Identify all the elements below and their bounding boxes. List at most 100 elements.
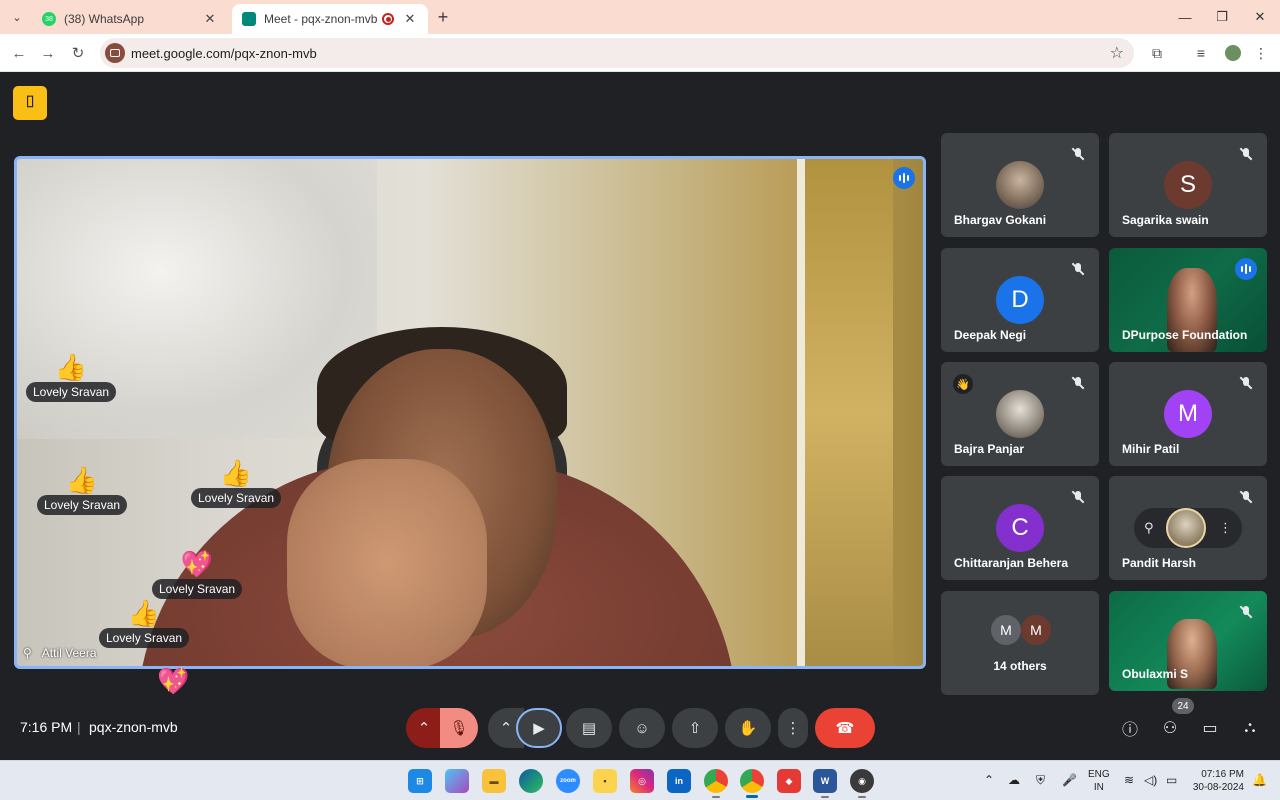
profile-avatar-icon[interactable] (1222, 42, 1244, 64)
audio-options-chevron-icon[interactable]: ⌃ (406, 708, 442, 748)
speaker-figure (287, 459, 487, 666)
zoom-icon[interactable]: zoom (556, 769, 580, 793)
chrome-icon[interactable] (704, 769, 728, 798)
participant-tile[interactable]: Bhargav Gokani (941, 133, 1099, 237)
pin-icon[interactable]: ⚲ (1144, 520, 1154, 536)
volume-icon[interactable]: ◁) (1144, 773, 1157, 787)
meet-companion-logo-icon[interactable]: ⌷ (13, 86, 47, 120)
end-call-icon[interactable]: ☎ (815, 708, 875, 748)
more-options-icon[interactable]: ⋮ (1219, 520, 1232, 536)
main-speaker-video[interactable]: ⚲ Attil Veera (14, 156, 926, 669)
participant-video-tile[interactable]: Obulaxmi S (1109, 591, 1267, 691)
speaking-indicator-icon (893, 167, 915, 189)
chat-icon[interactable]: ▭ (1196, 714, 1224, 742)
onedrive-cloud-icon[interactable]: ☁ (1008, 773, 1020, 787)
participant-tile[interactable]: S Sagarika swain (1109, 133, 1267, 237)
minimize-icon[interactable]: — (1167, 4, 1203, 30)
window-close-icon[interactable]: ✕ (1242, 4, 1278, 30)
meeting-info-icon[interactable]: ⓘ (1116, 714, 1144, 742)
reaction-bubble: 👍 Lovely Sravan (191, 458, 282, 508)
bookmark-star-icon[interactable]: ☆ (1110, 43, 1124, 63)
activities-icon[interactable]: ⛬ (1236, 714, 1264, 742)
restore-icon[interactable]: ❐ (1204, 4, 1240, 30)
chrome-profile-icon[interactable] (740, 769, 764, 798)
participant-name: Sagarika swain (1122, 213, 1209, 227)
linkedin-icon[interactable]: in (667, 769, 691, 793)
camera-icon[interactable]: ▶ (516, 708, 562, 748)
tab-title: (38) WhatsApp (64, 12, 145, 26)
participant-tile[interactable]: ⚲ ⋮ Pandit Harsh (1109, 476, 1267, 580)
muted-mic-icon (1235, 601, 1257, 623)
copilot-icon[interactable] (445, 769, 469, 793)
media-control-icon[interactable]: ≡ (1190, 42, 1212, 64)
battery-icon[interactable]: ▭ (1166, 773, 1177, 787)
participant-name: Bajra Panjar (954, 442, 1025, 456)
start-windows-icon[interactable]: ⊞ (408, 769, 432, 793)
thumbs-up-icon: 👍 (54, 352, 88, 382)
muted-mic-icon (1235, 486, 1257, 508)
tray-overflow-chevron-icon[interactable]: ⌃ (984, 773, 994, 787)
tab-meet[interactable]: Meet - pqx-znon-mvb ✕ (232, 4, 428, 34)
reload-icon[interactable]: ↻ (66, 41, 90, 65)
reaction-bubble: 👍 Lovely Sravan (26, 352, 117, 402)
pin-icon[interactable]: ⚲ (23, 646, 32, 660)
muted-mic-icon (1235, 143, 1257, 165)
new-tab-plus-icon[interactable]: + (432, 6, 454, 28)
file-explorer-icon[interactable]: ▬ (482, 769, 506, 793)
participant-initial-avatar: D (996, 276, 1044, 324)
participant-tile[interactable]: M Mihir Patil (1109, 362, 1267, 466)
reaction-sender: Lovely Sravan (26, 382, 117, 402)
muted-mic-icon (1235, 372, 1257, 394)
participant-initial-avatar: M (1164, 390, 1212, 438)
people-icon[interactable]: ⚇ (1156, 714, 1184, 742)
speaking-indicator-icon (1235, 258, 1257, 280)
tab-close-icon[interactable]: ✕ (402, 11, 418, 27)
more-options-icon[interactable]: ⋮ (778, 708, 808, 748)
participant-tile[interactable]: C Chittaranjan Behera (941, 476, 1099, 580)
participant-tile[interactable]: D Deepak Negi (941, 248, 1099, 352)
participant-video-tile[interactable]: DPurpose Foundation (1109, 248, 1267, 352)
reaction-bubble: 👍 Lovely Sravan (37, 465, 128, 515)
participant-tile[interactable]: 👋 Bajra Panjar (941, 362, 1099, 466)
meeting-code: pqx-znon-mvb (89, 719, 178, 735)
participant-count-badge: 24 (1172, 698, 1194, 714)
notification-bell-icon[interactable]: 🔔 (1252, 773, 1267, 787)
input-language[interactable]: ENG IN (1088, 768, 1110, 794)
site-info-icon[interactable] (105, 43, 125, 63)
obs-icon[interactable]: ◉ (850, 769, 874, 798)
anydesk-icon[interactable]: ◆ (777, 769, 801, 793)
meet-app: ⌷ ⚲ Attil Veera 👍 Lovely Sravan 👍 Lovely… (0, 72, 1280, 760)
wifi-icon[interactable]: ≋ (1124, 773, 1134, 787)
microphone-off-icon[interactable]: 🎙 (440, 708, 478, 748)
system-clock[interactable]: 07:16 PM 30-08-2024 (1188, 768, 1244, 794)
forward-arrow-icon[interactable]: → (36, 41, 60, 65)
tab-search-chevron-icon[interactable]: ⌄ (6, 6, 28, 28)
others-count-label: 14 others (993, 659, 1047, 673)
sticky-notes-icon[interactable]: ▪ (593, 769, 617, 793)
meet-favicon-icon (242, 12, 256, 26)
address-bar[interactable]: meet.google.com/pqx-znon-mvb ☆ (100, 38, 1134, 68)
raise-hand-icon[interactable]: ✋ (725, 708, 771, 748)
participant-name: Pandit Harsh (1122, 556, 1197, 570)
muted-mic-icon (1067, 486, 1089, 508)
participant-initial-avatar: M (1021, 615, 1051, 645)
browser-toolbar: ← → ↻ meet.google.com/pqx-znon-mvb ☆ ⧉ ≡… (0, 34, 1280, 72)
edge-browser-icon[interactable] (519, 769, 543, 793)
reaction-bubble: 👍 Lovely Sravan (99, 598, 190, 648)
captions-icon[interactable]: ▤ (566, 708, 612, 748)
present-screen-icon[interactable]: ⇧ (672, 708, 718, 748)
instagram-icon[interactable]: ◎ (630, 769, 654, 793)
microphone-tray-icon[interactable]: 🎤 (1062, 773, 1077, 787)
others-tile[interactable]: M M 14 others (941, 591, 1099, 695)
back-arrow-icon[interactable]: ← (7, 41, 31, 65)
muted-mic-icon (1067, 258, 1089, 280)
browser-menu-icon[interactable]: ⋮ (1250, 42, 1272, 64)
emoji-reaction-icon[interactable]: ☺ (619, 708, 665, 748)
reaction-sender: Lovely Sravan (37, 495, 128, 515)
tab-close-icon[interactable]: ✕ (202, 11, 218, 27)
security-shield-icon[interactable]: ⛨ (1036, 773, 1045, 788)
tab-whatsapp[interactable]: 38 (38) WhatsApp ✕ (32, 4, 228, 34)
participant-name: Deepak Negi (954, 328, 1027, 342)
word-icon[interactable]: W (813, 769, 837, 798)
extensions-puzzle-icon[interactable]: ⧉ (1146, 42, 1168, 64)
